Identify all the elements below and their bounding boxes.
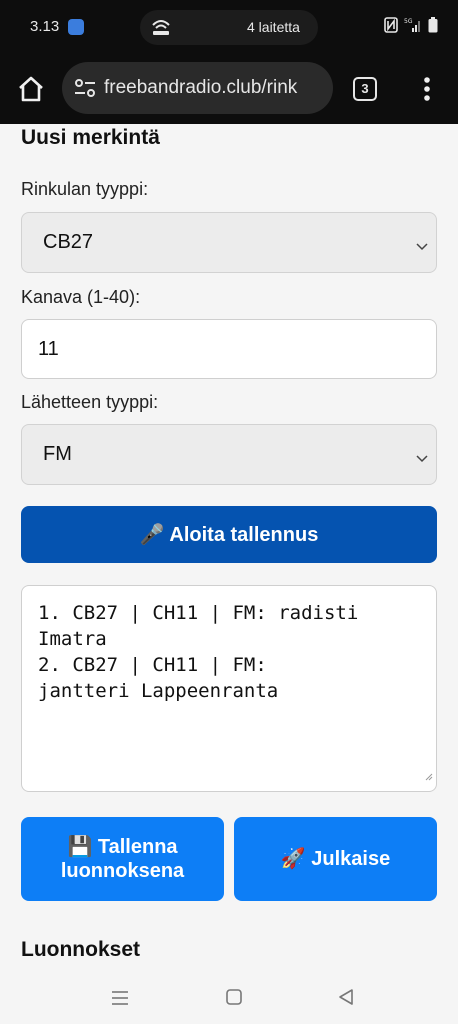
save-draft-label-line1: 💾 Tallenna [67,836,178,858]
url-text: freebandradio.club/rink [104,77,298,98]
log-line: 2. CB27 | CH11 | FM: [38,654,267,676]
log-line: 1. CB27 | CH11 | FM: radisti [38,602,359,624]
band-type-select[interactable]: CB27 [21,212,437,273]
status-bar: 3.13 4 laitetta 5G [0,0,458,56]
signal-5g-icon: 5G [404,17,422,38]
browser-toolbar: freebandradio.club/rink 3 [0,56,458,124]
app-notification-icon [68,19,84,35]
chevron-down-icon [416,450,428,468]
channel-label: Kanava (1-40): [21,287,141,307]
tx-type-label: Lähetteen tyyppi: [21,392,159,412]
status-time: 3.13 [30,18,60,35]
start-recording-button[interactable]: 🎤 Aloita tallennus [21,506,437,563]
page-content: Uusi merkintä Rinkulan tyyppi: CB27 Kana… [0,124,458,982]
tab-switcher-button[interactable]: 3 [353,77,377,101]
battery-icon [428,17,438,38]
entries-textarea[interactable]: 1. CB27 | CH11 | FM: radisti Imatra 2. C… [21,585,437,792]
log-line: Imatra [38,628,107,650]
save-draft-button[interactable]: 💾 Tallenna luonnoksena [21,817,224,901]
status-icons: 5G [384,17,438,38]
hotspot-icon [150,17,172,42]
tx-type-select[interactable]: FM [21,424,437,485]
new-entry-title: Uusi merkintä [21,126,160,149]
back-icon[interactable] [337,988,355,1011]
save-draft-label-line2: luonnoksena [60,860,185,882]
tx-type-value: FM [43,443,72,465]
site-settings-icon[interactable] [74,78,96,103]
system-nav-bar [0,982,458,1024]
chevron-down-icon [416,238,428,256]
address-bar[interactable]: freebandradio.club/rink [62,62,333,114]
band-type-value: CB27 [43,231,94,253]
resize-handle-icon[interactable] [425,762,433,788]
nav-home-icon[interactable] [225,988,243,1011]
channel-input[interactable]: 11 [21,319,437,379]
recents-icon[interactable] [111,989,129,1012]
log-line: jantteri Lappeenranta [38,680,279,702]
nfc-icon [384,17,398,38]
band-type-label: Rinkulan tyyppi: [21,179,149,199]
connected-devices-text: 4 laitetta [247,19,300,35]
overflow-menu-icon[interactable] [417,74,437,104]
svg-text:5G: 5G [404,18,413,25]
home-icon[interactable] [16,74,46,104]
drafts-title: Luonnokset [21,938,140,961]
publish-button[interactable]: 🚀 Julkaise [234,817,437,901]
channel-value: 11 [38,338,59,360]
